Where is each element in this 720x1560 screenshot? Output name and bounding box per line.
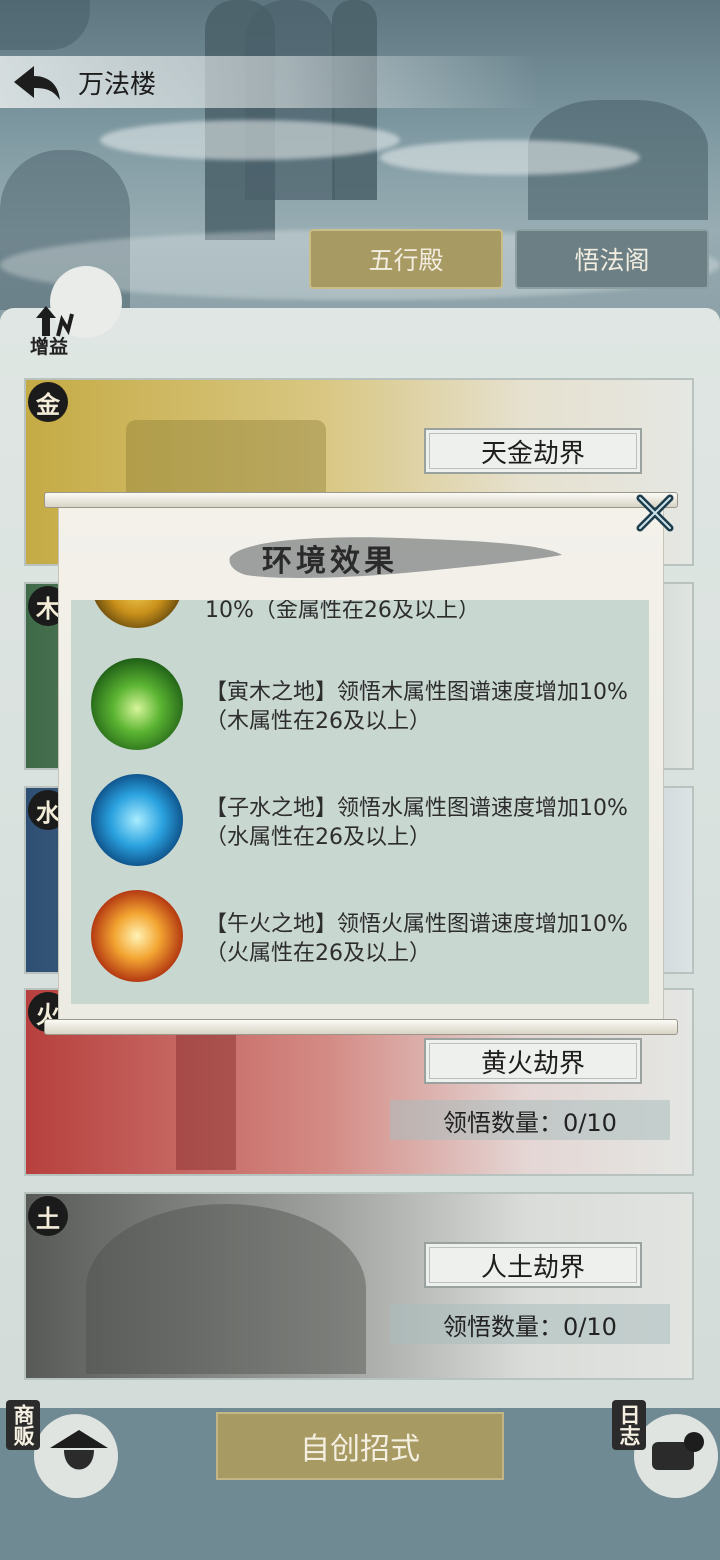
realm-name: 人土劫界 [424, 1242, 642, 1288]
create-move-button[interactable]: 自创招式 [216, 1412, 504, 1480]
realm-count: 领悟数量：0/10 [390, 1304, 670, 1344]
log-label: 日志 [612, 1400, 646, 1450]
scroll-icon [652, 1432, 704, 1470]
merchant-icon [50, 1430, 108, 1470]
realm-count: 领悟数量：0/10 [390, 1100, 670, 1140]
effect-item-water: 【子水之地】领悟水属性图谱速度增加10%（水属性在26及以上） [71, 774, 649, 884]
shop-button[interactable]: 商贩 [6, 1400, 118, 1500]
effects-list[interactable]: 10%（金属性在26及以上） 【寅木之地】领悟木属性图谱速度增加10%（木属性在… [71, 600, 649, 1004]
close-icon [636, 494, 674, 532]
gold-element-icon [91, 600, 183, 628]
scroll-rod-top [44, 492, 678, 508]
fire-element-icon [91, 890, 183, 982]
cloud [380, 140, 640, 175]
back-button[interactable] [6, 60, 64, 106]
realm-name: 黄火劫界 [424, 1038, 642, 1084]
effect-item-gold: 10%（金属性在26及以上） [71, 600, 649, 646]
boost-label: 增益 [30, 336, 69, 358]
water-element-icon [91, 774, 183, 866]
mountain-silhouette [86, 1204, 366, 1374]
pagoda-silhouette [176, 1030, 236, 1170]
log-button[interactable]: 日志 [612, 1400, 718, 1500]
cloud [100, 120, 400, 160]
gold-badge-icon: 金 [28, 382, 68, 422]
realm-name: 天金劫界 [424, 428, 642, 474]
tab-wuxing-hall[interactable]: 五行殿 [309, 229, 503, 289]
effect-text: 【寅木之地】领悟木属性图谱速度增加10%（木属性在26及以上） [205, 680, 628, 734]
scroll-rod-bottom [44, 1019, 678, 1035]
tab-wufa-pavilion[interactable]: 悟法阁 [515, 229, 709, 289]
back-arrow-icon [14, 66, 60, 100]
effect-item-wood: 【寅木之地】领悟木属性图谱速度增加10%（木属性在26及以上） [71, 658, 649, 768]
wood-element-icon [91, 658, 183, 750]
effect-text: 10%（金属性在26及以上） [205, 600, 480, 623]
close-button[interactable] [634, 492, 676, 534]
earth-badge-icon: 土 [28, 1196, 68, 1236]
realm-card-earth[interactable]: 土 人土劫界 领悟数量：0/10 [24, 1192, 694, 1380]
effect-text: 【子水之地】领悟水属性图谱速度增加10%（水属性在26及以上） [205, 796, 628, 850]
effect-item-fire: 【午火之地】领悟火属性图谱速度增加10%（火属性在26及以上） [71, 890, 649, 1000]
effect-text: 【午火之地】领悟火属性图谱速度增加10%（火属性在26及以上） [205, 912, 628, 966]
shop-label: 商贩 [6, 1400, 40, 1450]
modal-title: 环境效果 [262, 544, 398, 579]
page-title: 万法楼 [78, 70, 157, 100]
